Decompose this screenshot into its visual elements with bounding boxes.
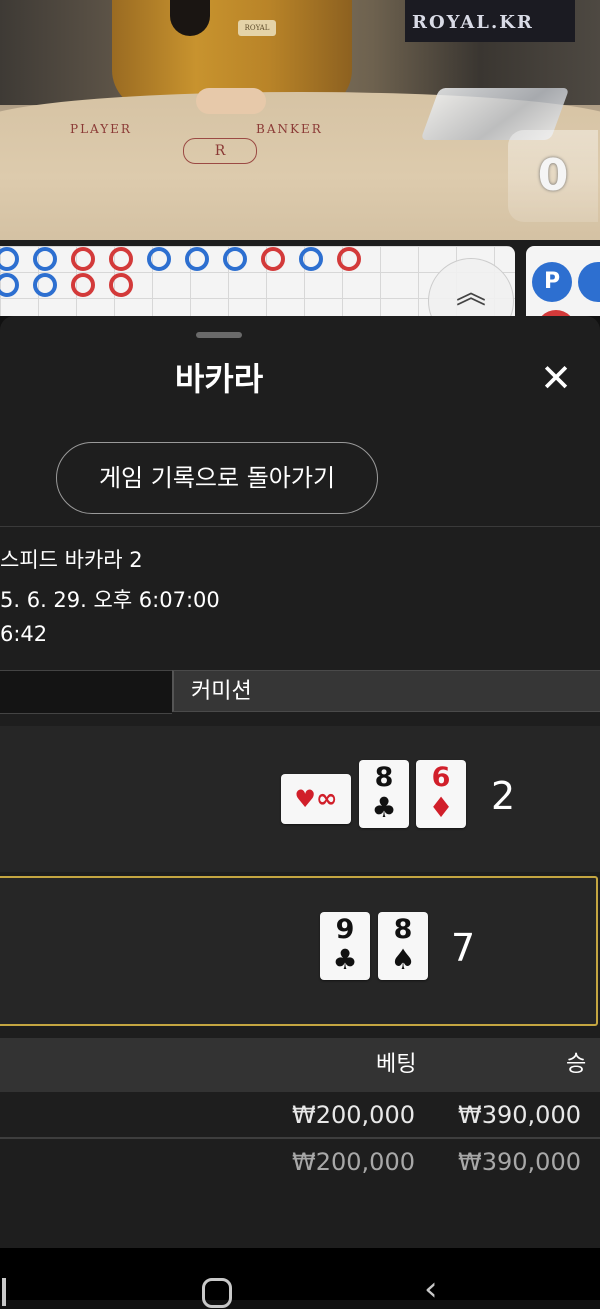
tab-no-commission[interactable] bbox=[0, 670, 172, 714]
banker-total: 7 bbox=[451, 926, 476, 970]
card-suit: ♦ bbox=[428, 791, 454, 824]
card-suit: ♥ bbox=[294, 785, 316, 813]
home-icon[interactable] bbox=[202, 1278, 232, 1308]
card-rank: 9 bbox=[335, 914, 355, 945]
player-bead bbox=[0, 247, 19, 271]
sheet-drag-handle[interactable] bbox=[196, 332, 242, 338]
playing-card: 8 ♣ bbox=[359, 760, 409, 828]
game-detail-sheet: 바카라 ✕ 게임 기록으로 돌아가기 스피드 바카라 2 5. 6. 29. 오… bbox=[0, 316, 600, 1248]
dealer-hands bbox=[196, 88, 266, 114]
divider bbox=[0, 526, 600, 527]
banker-bead bbox=[261, 247, 285, 271]
win-amount: ₩390,000 bbox=[458, 1101, 581, 1129]
banker-bead bbox=[337, 247, 361, 271]
round-id: 6:42 bbox=[0, 622, 48, 646]
table-player-label: PLAYER bbox=[70, 122, 132, 136]
card-suit: ♣ bbox=[371, 791, 397, 824]
player-bead bbox=[185, 247, 209, 271]
playing-card-sideways: ♥∞ bbox=[281, 774, 351, 824]
brand-logo: ROYAL.KR bbox=[412, 12, 534, 33]
dealer-badge: ROYAL bbox=[238, 20, 276, 36]
game-name: 스피드 바카라 2 bbox=[0, 548, 143, 572]
playing-card: 9 ♣ bbox=[320, 912, 370, 980]
system-nav-bar: ‹ bbox=[0, 1248, 600, 1308]
recent-apps-icon[interactable] bbox=[2, 1278, 6, 1306]
banker-bead bbox=[109, 273, 133, 297]
player-bead bbox=[33, 247, 57, 271]
banker-bead bbox=[109, 247, 133, 271]
card-suit: ♠ bbox=[390, 943, 416, 976]
card-rank: 8 bbox=[374, 762, 394, 793]
card-rank: ∞ bbox=[315, 784, 338, 814]
tab-commission[interactable]: 커미션 bbox=[172, 670, 600, 712]
sheet-title: 바카라 bbox=[174, 360, 264, 398]
table-row: ₩200,000 ₩390,000 bbox=[0, 1092, 600, 1138]
back-to-history-button[interactable]: 게임 기록으로 돌아가기 bbox=[56, 442, 378, 514]
card-rank: 6 bbox=[431, 762, 451, 793]
big-road-preview[interactable]: P bbox=[526, 246, 600, 330]
banker-hand: 9 ♣ 8 ♠ 7 bbox=[0, 876, 598, 1026]
bets-table-header: 베팅 승 bbox=[0, 1038, 600, 1092]
player-result-badge-partial bbox=[578, 262, 600, 302]
player-bead bbox=[299, 247, 323, 271]
bet-amount: ₩200,000 bbox=[292, 1101, 415, 1129]
player-bead bbox=[223, 247, 247, 271]
win-column-header: 승 bbox=[566, 1052, 587, 1077]
table-logo: R bbox=[183, 138, 257, 164]
bet-column-header: 베팅 bbox=[376, 1052, 417, 1077]
table-row: ₩200,000 ₩390,000 bbox=[0, 1139, 600, 1185]
close-icon[interactable]: ✕ bbox=[536, 358, 576, 398]
player-result-badge: P bbox=[532, 262, 572, 302]
card-rank: 8 bbox=[393, 914, 413, 945]
win-amount: ₩390,000 bbox=[458, 1148, 581, 1176]
game-datetime: 5. 6. 29. 오후 6:07:00 bbox=[0, 588, 220, 612]
player-total: 2 bbox=[491, 774, 516, 818]
live-video: ROYAL.KR ROYAL PLAYER BANKER R 0 bbox=[0, 0, 600, 240]
player-hand: ♥∞ 8 ♣ 6 ♦ 2 bbox=[0, 726, 600, 872]
banker-bead bbox=[71, 247, 95, 271]
playing-card: 6 ♦ bbox=[416, 760, 466, 828]
playing-card: 8 ♠ bbox=[378, 912, 428, 980]
card-counter: 0 bbox=[508, 130, 598, 222]
bet-type-tabs: 커미션 bbox=[0, 670, 600, 714]
roadmap-strip: ︽ P bbox=[0, 240, 600, 344]
player-bead bbox=[0, 273, 19, 297]
card-suit: ♣ bbox=[332, 943, 358, 976]
player-bead bbox=[33, 273, 57, 297]
banker-bead bbox=[71, 273, 95, 297]
table-banker-label: BANKER bbox=[256, 122, 323, 136]
player-bead bbox=[147, 247, 171, 271]
bet-amount: ₩200,000 bbox=[292, 1148, 415, 1176]
